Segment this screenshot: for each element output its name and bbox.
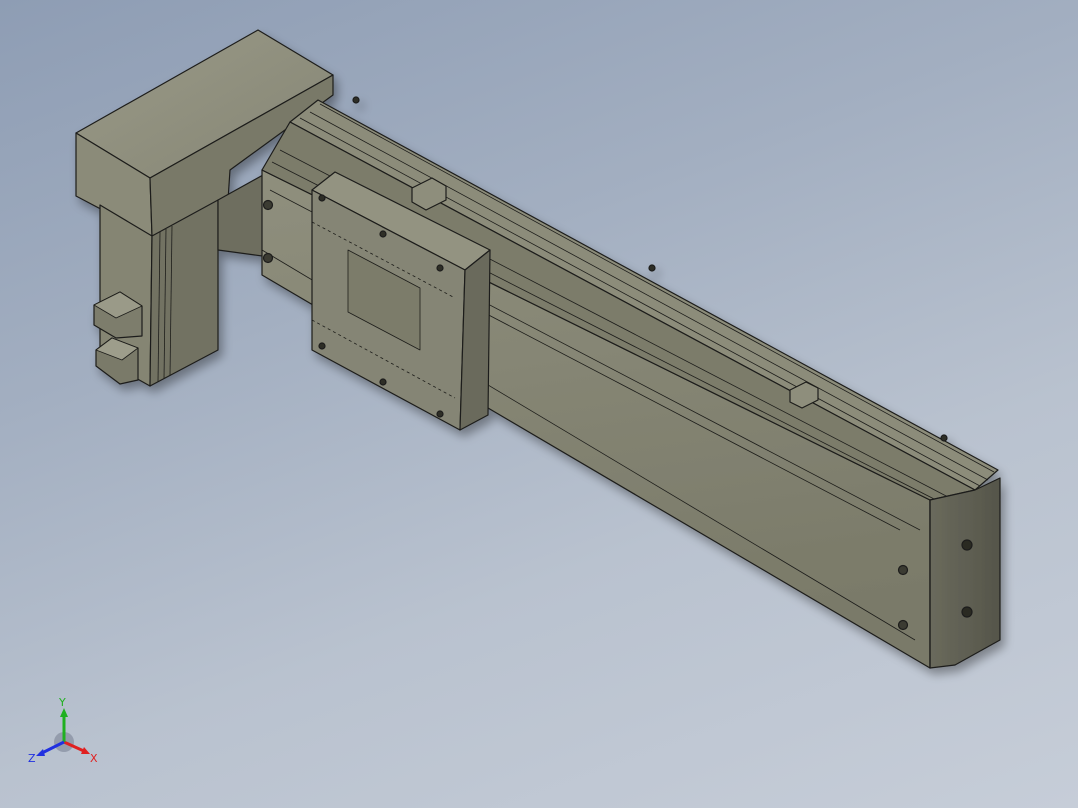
top-screw bbox=[352, 96, 360, 104]
carriage-bolt bbox=[379, 378, 387, 386]
cad-viewport[interactable]: X Y Z bbox=[0, 0, 1078, 808]
mount-hole bbox=[897, 564, 909, 576]
y-arrow-icon bbox=[60, 708, 68, 717]
carriage-bolt bbox=[379, 230, 387, 238]
mount-hole bbox=[262, 199, 274, 211]
end-cap-hole bbox=[961, 606, 973, 618]
carriage-bolt bbox=[318, 194, 326, 202]
x-axis-label: X bbox=[90, 752, 98, 765]
axis-triad: X Y Z bbox=[28, 696, 98, 765]
mount-hole bbox=[897, 619, 909, 631]
z-arrow-icon bbox=[36, 749, 45, 756]
carriage-side[interactable] bbox=[459, 249, 491, 431]
end-cap-hole bbox=[961, 539, 973, 551]
mount-hole bbox=[262, 252, 274, 264]
y-axis-label: Y bbox=[58, 696, 66, 709]
rail-end-cap[interactable] bbox=[929, 477, 1001, 669]
carriage-bolt bbox=[318, 342, 326, 350]
linear-actuator-model[interactable] bbox=[0, 0, 1078, 808]
carriage-bolt bbox=[436, 264, 444, 272]
top-screw bbox=[940, 434, 948, 442]
top-screw bbox=[648, 264, 656, 272]
carriage-bolt bbox=[436, 410, 444, 418]
z-axis-label: Z bbox=[28, 752, 36, 765]
